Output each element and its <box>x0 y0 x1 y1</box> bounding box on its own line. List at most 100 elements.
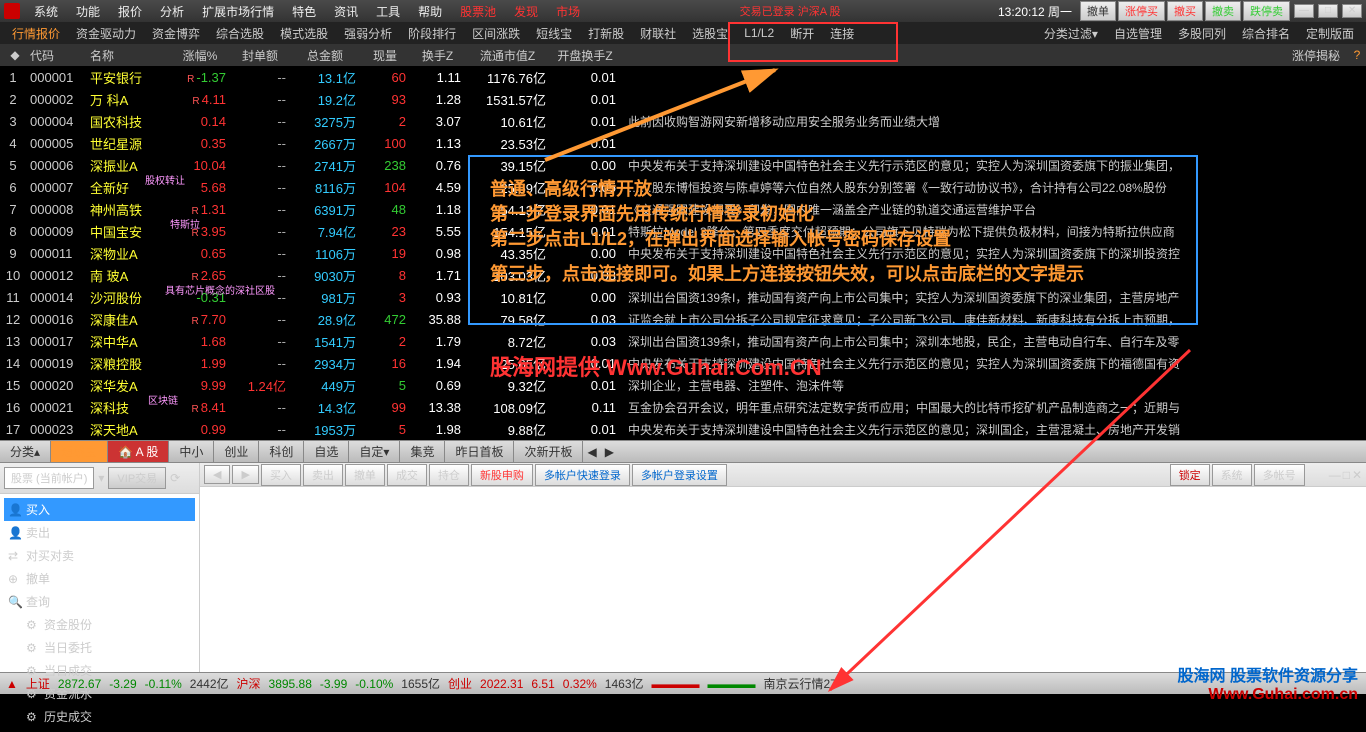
panel-min-icon[interactable]: — <box>1329 468 1341 482</box>
btab-次新开板[interactable]: 次新开板 <box>514 441 583 462</box>
rtab-定制版面[interactable]: 定制版面 <box>1298 25 1362 42</box>
menu-报价[interactable]: 报价 <box>110 3 150 20</box>
table-row[interactable]: 9 000011 深物业A 0.65 -- 1106万 19 0.98 43.3… <box>0 242 1366 264</box>
table-row[interactable]: 15 000020 深华发A 9.99 1.24亿 449万 5 0.69 9.… <box>0 374 1366 396</box>
table-row[interactable]: 8 000009 中国宝安 R3.95 -- 7.94亿 23 5.55 154… <box>0 220 1366 242</box>
topbtn-撤单[interactable]: 撤单 <box>1080 1 1116 21</box>
multi-account-button[interactable]: 多帐号 <box>1254 464 1305 486</box>
server-label[interactable]: 南京云行情27 <box>764 675 837 692</box>
new-stock-button[interactable]: 新股申购 <box>471 464 533 486</box>
menu-帮助[interactable]: 帮助 <box>410 3 450 20</box>
menu-扩展市场行情[interactable]: 扩展市场行情 <box>194 3 282 20</box>
tab-连接[interactable]: 连接 <box>822 25 862 42</box>
tab-区间涨跌[interactable]: 区间涨跌 <box>464 25 528 42</box>
tab-资金驱动力[interactable]: 资金驱动力 <box>68 25 144 42</box>
btab-创业[interactable]: 创业 <box>214 441 259 462</box>
close-icon[interactable]: ✕ <box>1342 4 1362 18</box>
tab-阶段排行[interactable]: 阶段排行 <box>400 25 464 42</box>
tree-买入[interactable]: 👤买入 <box>4 498 195 521</box>
tree-查询[interactable]: 🔍查询 <box>4 590 195 613</box>
menu-发现[interactable]: 发现 <box>506 3 546 20</box>
col-turn[interactable]: 换手Z <box>410 47 465 64</box>
panel-max-icon[interactable]: □ <box>1343 468 1350 482</box>
col-amt[interactable]: 总金额 <box>290 47 360 64</box>
menu-特色[interactable]: 特色 <box>284 3 324 20</box>
table-row[interactable]: 10 000012 南 玻A R2.65 -- 9030万 8 1.71 103… <box>0 264 1366 286</box>
col-secret[interactable]: 涨停揭秘 <box>1278 47 1348 64</box>
menu-分析[interactable]: 分析 <box>152 3 192 20</box>
col-mcap[interactable]: 流通市值Z <box>465 47 550 64</box>
table-row[interactable]: 7 000008 神州高铁 R1.31 -- 6391万 48 1.18 54.… <box>0 198 1366 220</box>
col-code[interactable]: 代码 <box>30 47 90 64</box>
col-seal[interactable]: 封单额 <box>230 47 290 64</box>
tbtn-成交[interactable]: 成交 <box>387 464 427 486</box>
tab-财联社[interactable]: 财联社 <box>632 25 684 42</box>
btab-昨日首板[interactable]: 昨日首板 <box>445 441 514 462</box>
tbtn-◀[interactable]: ◀ <box>204 465 230 484</box>
lock-button[interactable]: 锁定 <box>1170 464 1210 486</box>
table-row[interactable]: 4 000005 世纪星源 0.35 -- 2667万 100 1.13 23.… <box>0 132 1366 154</box>
tree-撤单[interactable]: ⊕撤单 <box>4 567 195 590</box>
tbtn-▶[interactable]: ▶ <box>232 465 258 484</box>
topbtn-撤买[interactable]: 撤买 <box>1167 1 1203 21</box>
menu-功能[interactable]: 功能 <box>68 3 108 20</box>
menu-系统[interactable]: 系统 <box>26 3 66 20</box>
col-open[interactable]: 开盘换手Z <box>550 47 620 64</box>
account-selector[interactable]: 股票 (当前帐户) <box>4 467 94 489</box>
tab-行情报价[interactable]: 行情报价 <box>4 25 68 42</box>
tree-卖出[interactable]: 👤卖出 <box>4 521 195 544</box>
tbtn-持仓[interactable]: 持仓 <box>429 464 469 486</box>
rtab-综合排名[interactable]: 综合排名 <box>1234 25 1298 42</box>
tbtn-撤单[interactable]: 撤单 <box>345 464 385 486</box>
table-row[interactable]: 3 000004 国农科技 0.14 -- 3275万 2 3.07 10.61… <box>0 110 1366 132</box>
menu-股票池[interactable]: 股票池 <box>452 3 504 20</box>
tab-综合选股[interactable]: 综合选股 <box>208 25 272 42</box>
minimize-icon[interactable]: — <box>1294 4 1314 18</box>
tbtn-买入[interactable]: 买入 <box>261 464 301 486</box>
btab-自选[interactable]: 自选 <box>304 441 349 462</box>
btab-集竞[interactable]: 集竞 <box>400 441 445 462</box>
table-row[interactable]: 12 000016 深康佳A R7.70 -- 28.9亿 472 35.88 … <box>0 308 1366 330</box>
help-icon[interactable]: ? <box>1348 48 1366 62</box>
refresh-icon[interactable]: ⟳ <box>170 471 180 485</box>
tree-对买对卖[interactable]: ⇄对买对卖 <box>4 544 195 567</box>
scroll-left-icon[interactable]: ◀ <box>583 445 600 459</box>
table-row[interactable]: 1 000001 平安银行 R-1.37 -- 13.1亿 60 1.11 11… <box>0 66 1366 88</box>
index-name[interactable]: 创业 <box>448 675 472 692</box>
panel-close-icon[interactable]: ✕ <box>1352 468 1362 482</box>
tab-强弱分析[interactable]: 强弱分析 <box>336 25 400 42</box>
tree-资金股份[interactable]: ⚙资金股份 <box>22 613 195 636</box>
tab-断开[interactable]: 断开 <box>782 25 822 42</box>
menu-资讯[interactable]: 资讯 <box>326 3 366 20</box>
rtab-多股同列[interactable]: 多股同列 <box>1170 25 1234 42</box>
dropdown-icon[interactable]: ▾ <box>98 471 104 485</box>
topbtn-撤卖[interactable]: 撤卖 <box>1205 1 1241 21</box>
btab-短线宝[interactable]: 短线宝 <box>51 441 108 462</box>
tab-打新股[interactable]: 打新股 <box>580 25 632 42</box>
topbtn-跌停卖[interactable]: 跌停卖 <box>1243 1 1290 21</box>
col-vol[interactable]: 现量 <box>360 47 410 64</box>
tab-L1/L2[interactable]: L1/L2 <box>736 26 782 40</box>
table-row[interactable]: 11 000014 沙河股份 -0.31 -- 981万 3 0.93 10.8… <box>0 286 1366 308</box>
tab-短线宝[interactable]: 短线宝 <box>528 25 580 42</box>
btab-科创[interactable]: 科创 <box>259 441 304 462</box>
menu-市场[interactable]: 市场 <box>548 3 588 20</box>
tab-资金博弈[interactable]: 资金博弈 <box>144 25 208 42</box>
index-name[interactable]: 沪深 <box>237 675 261 692</box>
rtab-自选管理[interactable]: 自选管理 <box>1106 25 1170 42</box>
table-row[interactable]: 13 000017 深中华A 1.68 -- 1541万 2 1.79 8.72… <box>0 330 1366 352</box>
tab-选股宝[interactable]: 选股宝 <box>684 25 736 42</box>
multi-login-settings-button[interactable]: 多帐户登录设置 <box>632 464 727 486</box>
btab-中小[interactable]: 中小 <box>169 441 214 462</box>
rtab-分类过滤▾[interactable]: 分类过滤▾ <box>1036 25 1106 42</box>
index-name[interactable]: 上证 <box>26 675 50 692</box>
tree-历史成交[interactable]: ⚙历史成交 <box>22 705 195 728</box>
table-row[interactable]: 5 000006 深振业A 10.04 -- 2741万 238 0.76 39… <box>0 154 1366 176</box>
multi-login-button[interactable]: 多帐户快速登录 <box>535 464 630 486</box>
tree-当日委托[interactable]: ⚙当日委托 <box>22 636 195 659</box>
vip-button[interactable]: VIP交易 <box>108 467 166 489</box>
col-name[interactable]: 名称 <box>90 47 170 64</box>
menu-工具[interactable]: 工具 <box>368 3 408 20</box>
tab-category[interactable]: 分类▴ <box>0 441 51 462</box>
maximize-icon[interactable]: □ <box>1318 4 1338 18</box>
